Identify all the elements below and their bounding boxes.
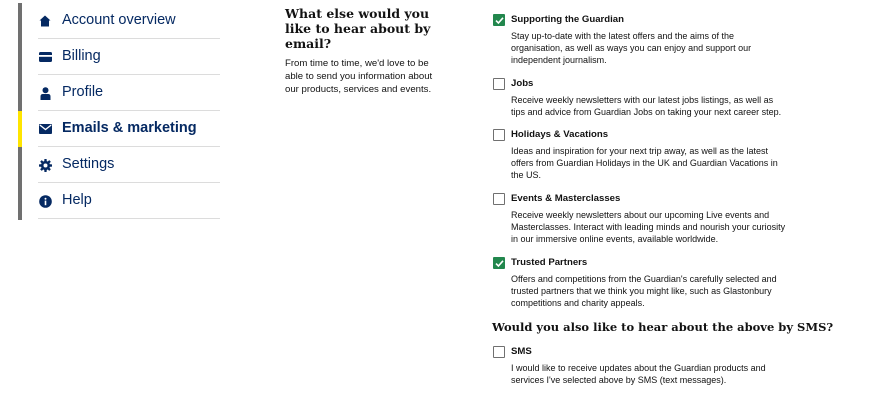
sidebar-item-label: Billing [62,48,101,64]
gear-icon [38,158,52,172]
checkbox-holidays-vacations[interactable] [493,129,505,141]
account-sidebar: Account overview Billing Profile Emails … [18,0,220,220]
section-heading: What else would you like to hear about b… [285,6,431,51]
sidebar-item-label: Help [62,192,92,208]
sidebar-item-label: Account overview [62,12,176,28]
option-title: SMS [511,346,532,357]
home-icon [38,14,52,28]
option-title: Events & Masterclasses [511,193,621,204]
checkbox-events-masterclasses[interactable] [493,193,505,205]
option-title: Jobs [511,78,534,89]
person-icon [38,86,52,100]
option-description: Stay up-to-date with the latest offers a… [511,31,752,65]
sms-heading: Would you also like to hear about the ab… [492,320,834,334]
sidebar-divider [38,218,220,219]
sidebar-item-emails-marketing[interactable]: Emails & marketing [18,111,220,147]
sidebar-item-label: Profile [62,84,104,100]
info-icon [38,194,52,208]
checkbox-sms[interactable] [493,346,505,358]
checkbox-trusted-partners[interactable] [493,257,505,269]
sidebar-item-label: Emails & marketing [62,120,197,136]
sidebar-item-account-overview[interactable]: Account overview [18,3,220,39]
sidebar-item-help[interactable]: Help [18,183,220,219]
checkbox-supporting-the-guardian[interactable] [493,14,505,26]
active-indicator [18,111,22,147]
sidebar-item-settings[interactable]: Settings [18,147,220,183]
option-description: Offers and competitions from the Guardia… [511,274,777,308]
sidebar-item-label: Settings [62,156,115,172]
email-intro: What else would you like to hear about b… [285,6,445,96]
option-description: Ideas and inspiration for your next trip… [511,146,778,180]
sidebar-item-profile[interactable]: Profile [18,75,220,111]
checkbox-jobs[interactable] [493,78,505,90]
credit-card-icon [38,50,52,64]
option-title: Trusted Partners [511,257,588,268]
option-description: I would like to receive updates about th… [511,363,766,385]
option-title: Supporting the Guardian [511,14,624,25]
option-title: Holidays & Vacations [511,129,609,140]
option-description: Receive weekly newsletters with our late… [511,95,782,117]
envelope-icon [38,122,52,136]
option-description: Receive weekly newsletters about our upc… [511,210,786,244]
sidebar-item-billing[interactable]: Billing [18,39,220,75]
section-description: From time to time, we'd love to be able … [285,58,433,95]
